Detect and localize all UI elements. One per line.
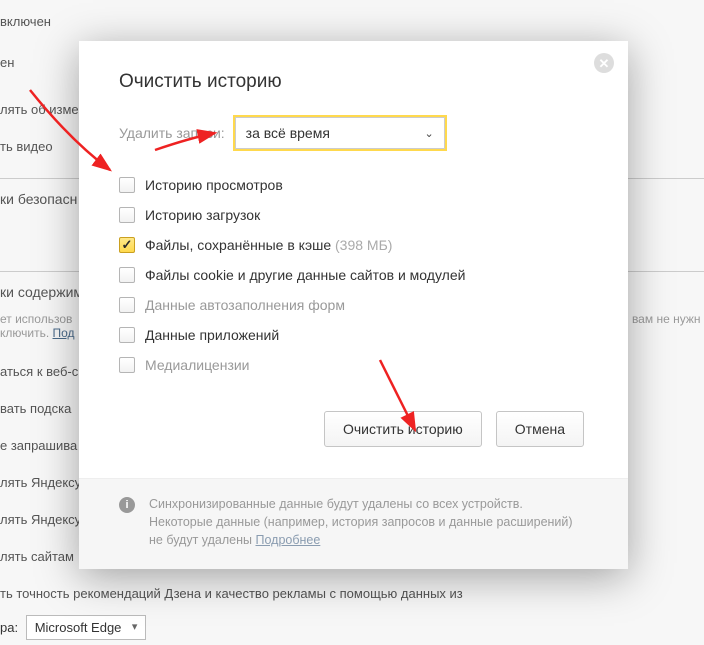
checkbox-row[interactable]: Данные автозаполнения форм: [119, 297, 588, 313]
bg-link[interactable]: Под: [53, 326, 75, 340]
checkbox[interactable]: [119, 327, 135, 343]
checkbox-label: Файлы cookie и другие данные сайтов и мо…: [145, 267, 465, 283]
checkbox[interactable]: [119, 357, 135, 373]
checkbox[interactable]: [119, 177, 135, 193]
checkbox-row[interactable]: Данные приложений: [119, 327, 588, 343]
checkbox-label: Медиалицензии: [145, 357, 250, 373]
checkbox-row[interactable]: Файлы, сохранённые в кэше (398 МБ): [119, 237, 588, 253]
checkbox-label: Данные приложений: [145, 327, 279, 343]
close-button[interactable]: ✕: [594, 53, 614, 73]
checkbox-label: Историю просмотров: [145, 177, 283, 193]
checkbox[interactable]: [119, 267, 135, 283]
timerange-label: Удалить записи:: [119, 125, 225, 141]
info-icon: i: [119, 497, 135, 513]
checkbox-row[interactable]: Историю просмотров: [119, 177, 588, 193]
checkbox-label: Файлы, сохранённые в кэше (398 МБ): [145, 237, 392, 253]
chevron-down-icon: ⌄: [424, 127, 433, 140]
footer-link[interactable]: Подробнее: [256, 533, 321, 547]
clear-history-button[interactable]: Очистить историю: [324, 411, 482, 447]
checkbox-row[interactable]: Файлы cookie и другие данные сайтов и мо…: [119, 267, 588, 283]
footer-text: Синхронизированные данные будут удалены …: [149, 495, 588, 549]
dialog-title: Очистить историю: [119, 71, 588, 93]
cancel-button[interactable]: Отмена: [496, 411, 584, 447]
checkbox[interactable]: [119, 207, 135, 223]
checkbox-label: Данные автозаполнения форм: [145, 297, 345, 313]
bg-label: ра:: [0, 620, 18, 635]
clear-history-dialog: ✕ Очистить историю Удалить записи: за вс…: [79, 41, 628, 569]
timerange-value: за всё время: [246, 125, 330, 141]
bg-text: ет использов: [0, 312, 72, 326]
timerange-select[interactable]: за всё время ⌄: [235, 117, 445, 149]
bg-text: ть точность рекомендаций Дзена и качеств…: [0, 582, 704, 605]
bg-text: включен: [0, 10, 704, 33]
checkbox-label: Историю загрузок: [145, 207, 260, 223]
checkbox[interactable]: [119, 297, 135, 313]
bg-text: ключить.: [0, 326, 49, 340]
checkbox[interactable]: [119, 237, 135, 253]
browser-select[interactable]: Microsoft Edge: [26, 615, 147, 640]
close-icon: ✕: [599, 57, 610, 70]
checkbox-row[interactable]: Медиалицензии: [119, 357, 588, 373]
checkbox-row[interactable]: Историю загрузок: [119, 207, 588, 223]
